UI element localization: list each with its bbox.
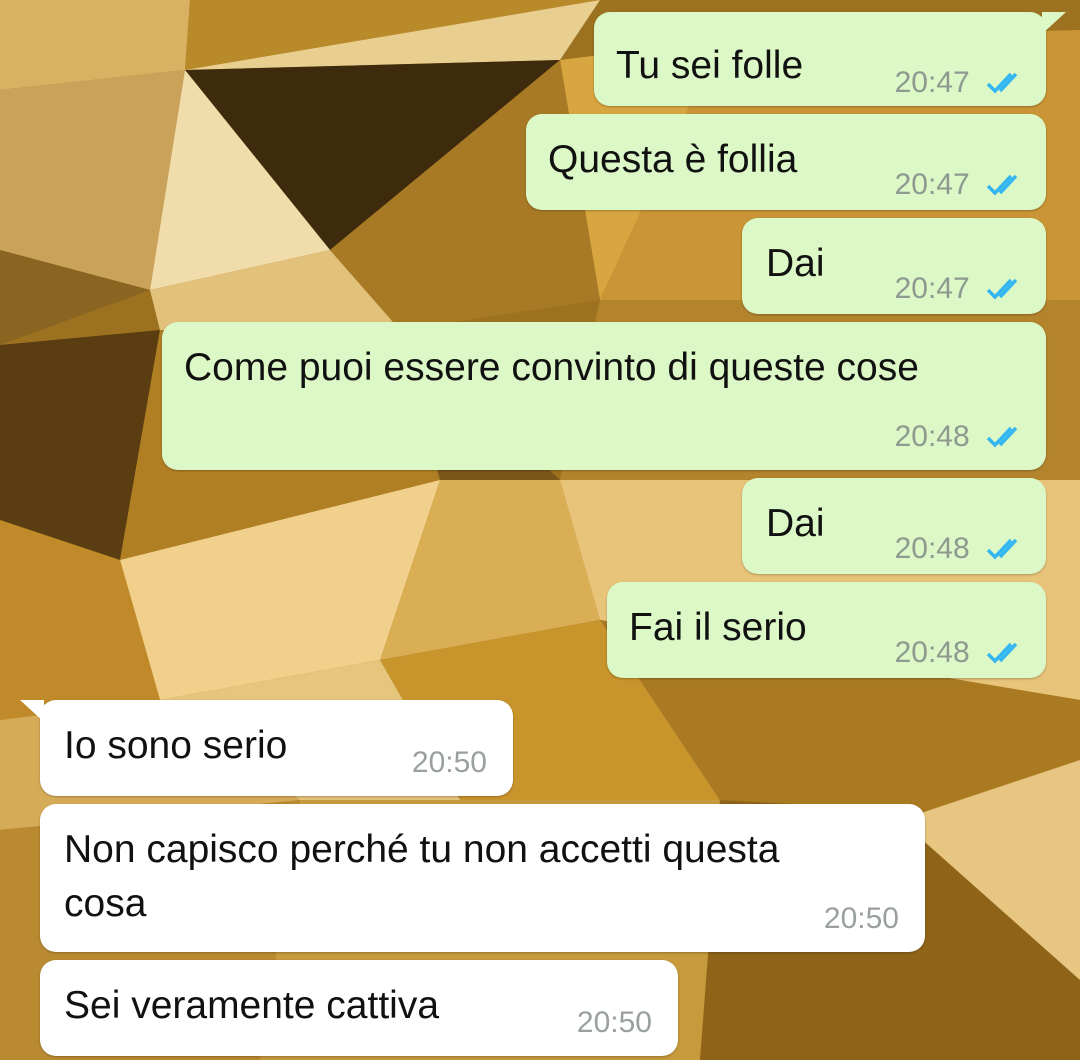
message-time: 20:48: [894, 636, 970, 669]
bubble-tail: [1042, 12, 1066, 34]
double-check-icon: [986, 538, 1018, 560]
double-check-icon: [986, 72, 1018, 94]
message-text: Dai: [766, 502, 825, 545]
message-meta: 20:48: [895, 420, 1026, 454]
message-meta: 20:50: [824, 902, 899, 936]
message-meta: 20:50: [412, 746, 487, 780]
incoming-message[interactable]: Non capisco perché tu non accetti questa…: [40, 804, 925, 952]
message-meta: 20:48: [895, 532, 1026, 566]
outgoing-message[interactable]: Tu sei folle 20:47: [594, 12, 1066, 106]
double-check-icon: [986, 642, 1018, 664]
message-meta: 20:48: [895, 636, 1026, 670]
message-text: Tu sei folle: [616, 44, 804, 87]
message-time: 20:47: [894, 168, 970, 201]
message-text: Come puoi essere convinto di queste cose: [184, 346, 919, 389]
message-text: Io sono serio: [64, 724, 288, 767]
message-text: Sei veramente cattiva: [64, 984, 440, 1027]
message-text: Dai: [766, 242, 825, 285]
double-check-icon: [986, 426, 1018, 448]
message-meta: 20:47: [895, 66, 1026, 100]
outgoing-message[interactable]: Fai il serio 20:48: [607, 582, 1046, 678]
message-time: 20:47: [894, 66, 970, 99]
message-text: Questa è follia: [548, 138, 798, 181]
message-time: 20:50: [411, 746, 487, 779]
double-check-icon: [986, 174, 1018, 196]
bubble-tail: [20, 700, 44, 722]
message-text-line1: Non capisco perché tu non accetti questa: [64, 828, 780, 871]
message-text: Fai il serio: [629, 606, 807, 649]
incoming-message[interactable]: Io sono serio 20:50: [20, 700, 513, 796]
incoming-message[interactable]: Sei veramente cattiva 20:50: [40, 960, 678, 1056]
message-time: 20:50: [576, 1006, 652, 1039]
message-time: 20:48: [894, 420, 970, 453]
outgoing-message[interactable]: Come puoi essere convinto di queste cose…: [162, 322, 1046, 470]
message-time: 20:48: [894, 532, 970, 565]
message-meta: 20:47: [895, 272, 1026, 306]
outgoing-message[interactable]: Questa è follia 20:47: [526, 114, 1046, 210]
message-time: 20:47: [894, 272, 970, 305]
double-check-icon: [986, 278, 1018, 300]
outgoing-message[interactable]: Dai 20:48: [742, 478, 1046, 574]
message-text-line2: cosa: [64, 882, 147, 925]
message-meta: 20:47: [895, 168, 1026, 202]
message-time: 20:50: [823, 902, 899, 935]
outgoing-message[interactable]: Dai 20:47: [742, 218, 1046, 314]
message-meta: 20:50: [577, 1006, 652, 1040]
